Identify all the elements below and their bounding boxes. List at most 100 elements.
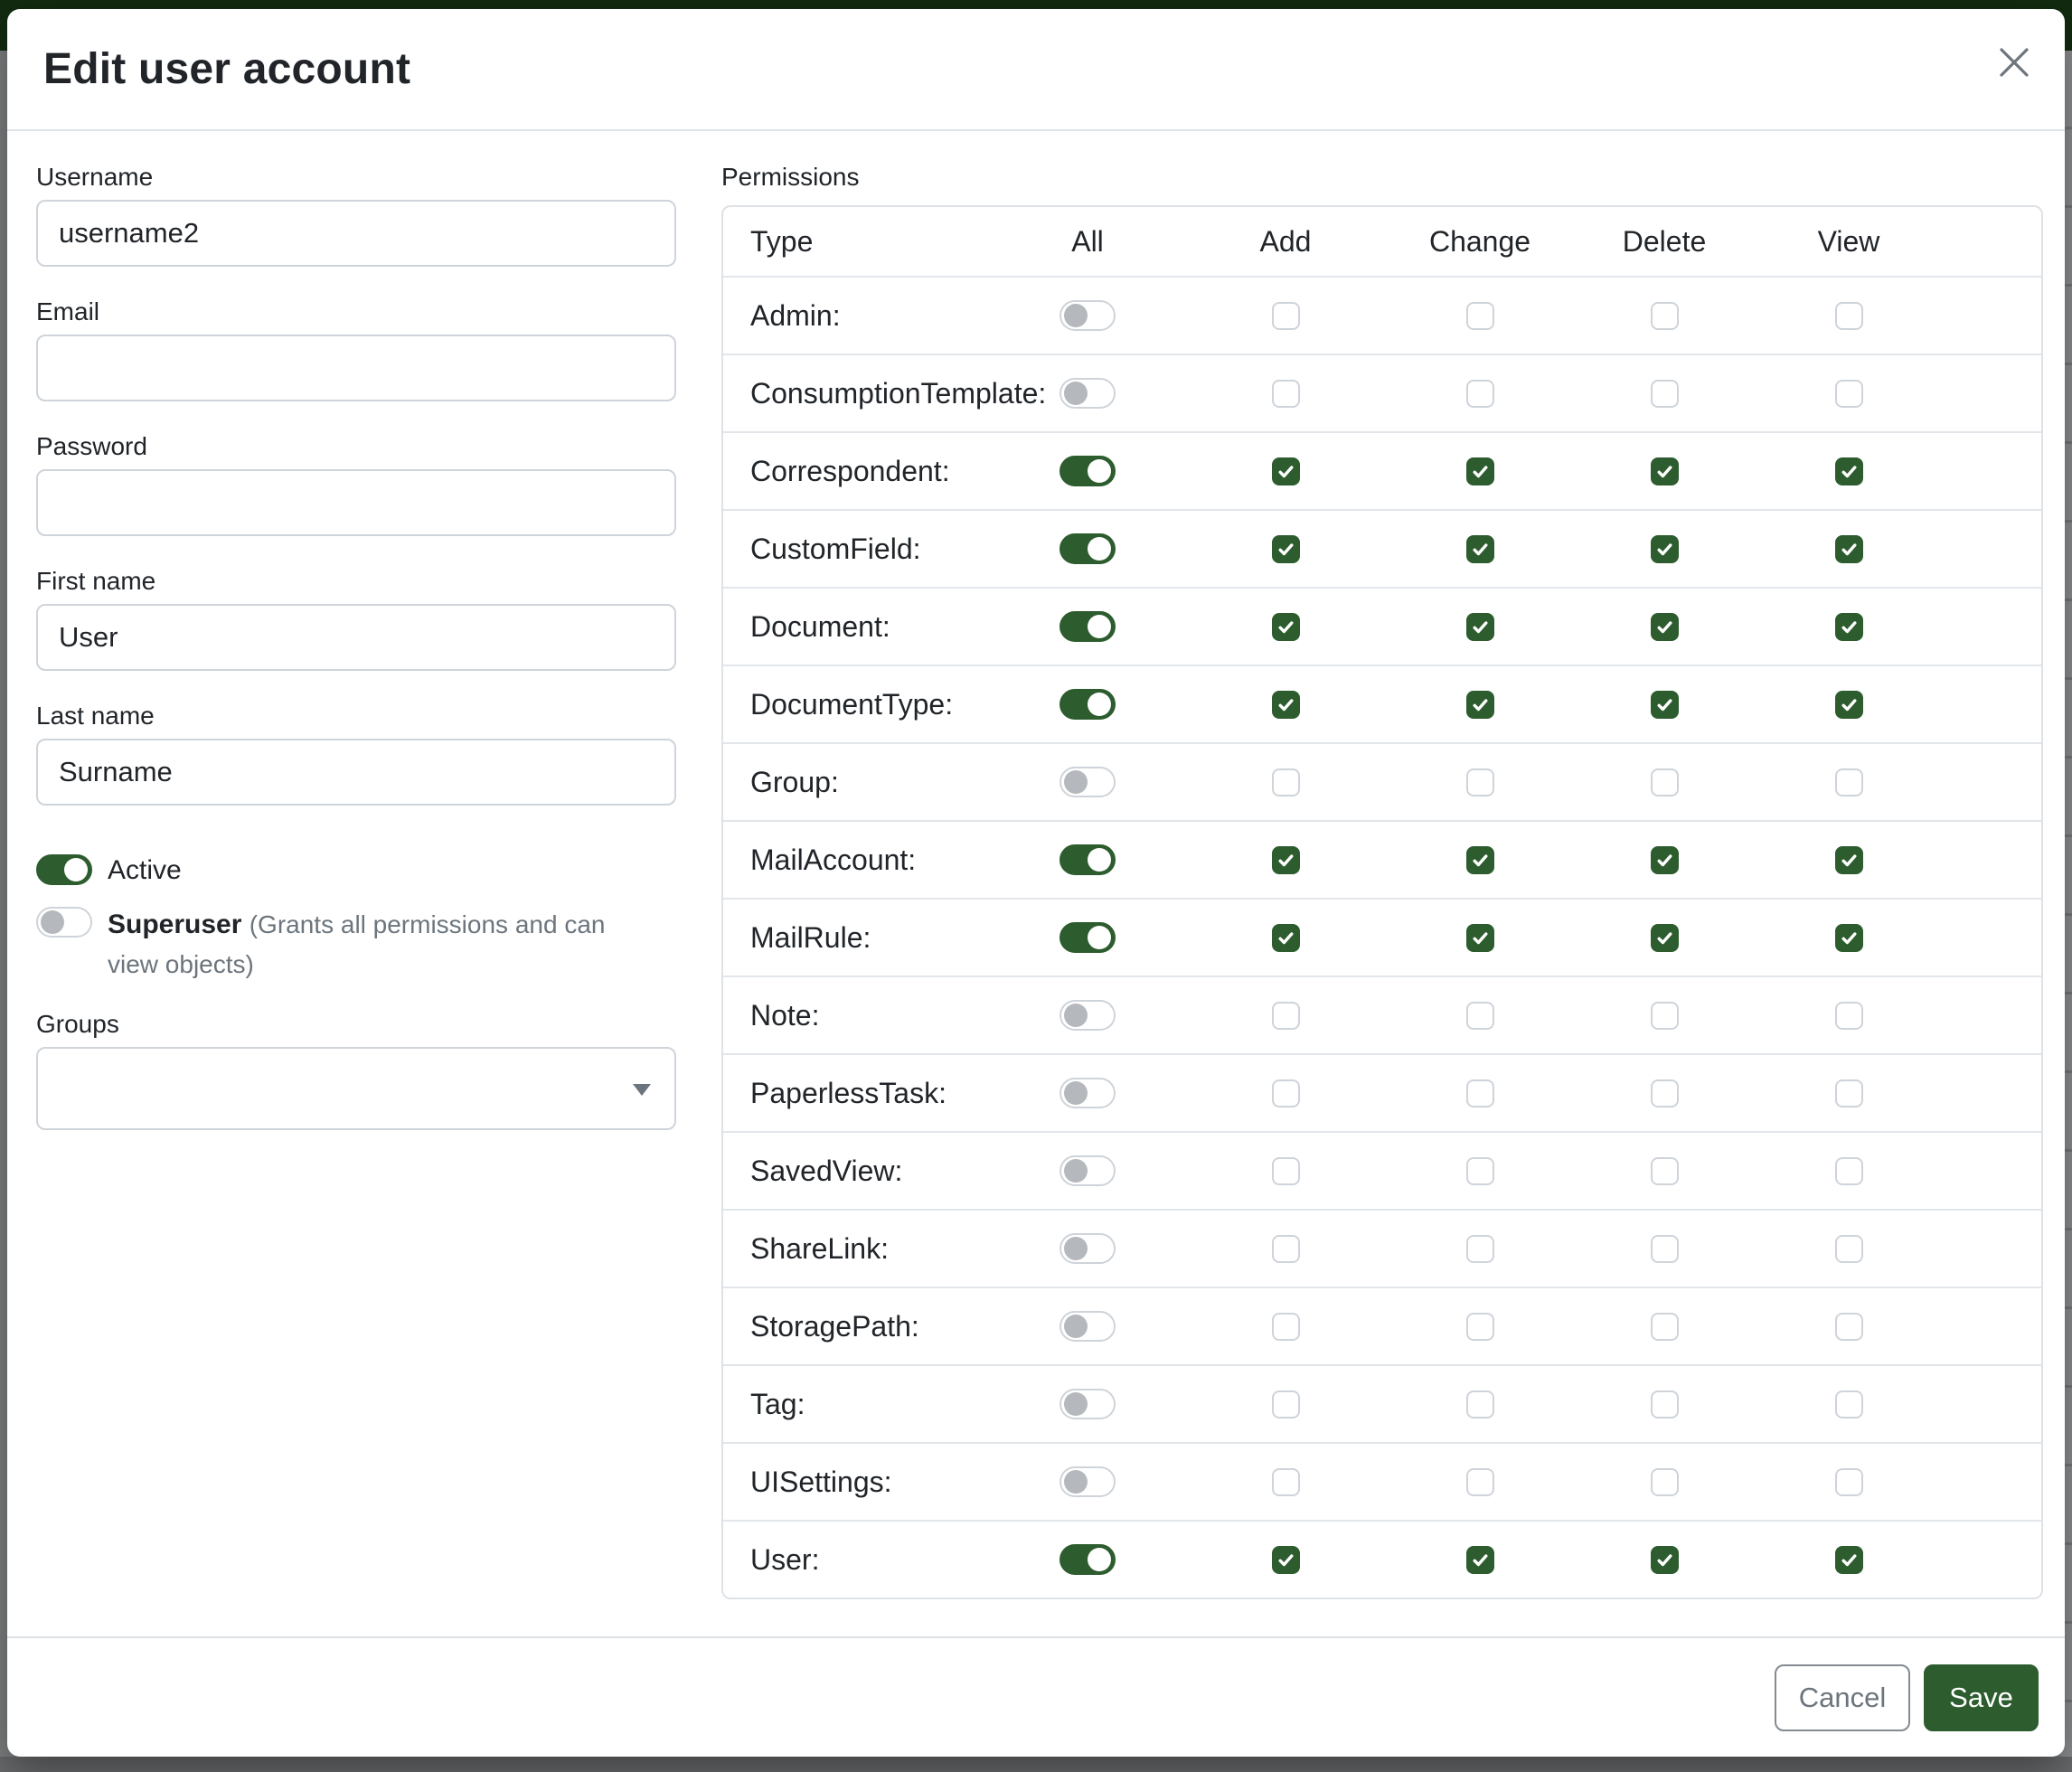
permission-add-checkbox[interactable]	[1272, 457, 1300, 485]
permission-view-checkbox[interactable]	[1835, 535, 1863, 563]
email-input[interactable]	[36, 335, 676, 401]
permission-view-checkbox[interactable]	[1835, 768, 1863, 796]
permission-view-checkbox[interactable]	[1835, 457, 1863, 485]
toggle-knob	[1088, 1548, 1111, 1571]
permission-all-toggle[interactable]	[1060, 922, 1116, 953]
permission-delete-checkbox[interactable]	[1651, 1235, 1679, 1263]
permission-add-checkbox[interactable]	[1272, 1079, 1300, 1108]
cancel-button[interactable]: Cancel	[1775, 1664, 1910, 1731]
permission-all-toggle[interactable]	[1060, 456, 1116, 486]
close-button[interactable]	[1989, 37, 2039, 88]
permission-type-label: CustomField:	[723, 533, 992, 566]
permission-change-checkbox[interactable]	[1466, 613, 1494, 641]
last-name-input[interactable]	[36, 739, 676, 806]
permission-view-checkbox[interactable]	[1835, 1390, 1863, 1419]
permission-delete-checkbox[interactable]	[1651, 1313, 1679, 1341]
active-row: Active	[36, 854, 676, 891]
permission-view-checkbox[interactable]	[1835, 380, 1863, 408]
permission-change-checkbox[interactable]	[1466, 1079, 1494, 1108]
permission-view-checkbox[interactable]	[1835, 613, 1863, 641]
permission-delete-checkbox[interactable]	[1651, 613, 1679, 641]
permission-change-checkbox[interactable]	[1466, 380, 1494, 408]
permission-change-checkbox[interactable]	[1466, 1157, 1494, 1185]
permission-all-toggle[interactable]	[1060, 1233, 1116, 1264]
permission-add-checkbox[interactable]	[1272, 1313, 1300, 1341]
permission-all-toggle[interactable]	[1060, 300, 1116, 331]
permission-view-checkbox[interactable]	[1835, 1079, 1863, 1108]
permission-all-toggle[interactable]	[1060, 533, 1116, 564]
permission-delete-checkbox[interactable]	[1651, 457, 1679, 485]
username-input[interactable]	[36, 200, 676, 267]
permission-delete-checkbox[interactable]	[1651, 1002, 1679, 1030]
permission-change-checkbox[interactable]	[1466, 1468, 1494, 1496]
permission-change-checkbox[interactable]	[1466, 846, 1494, 874]
permission-add-checkbox[interactable]	[1272, 613, 1300, 641]
permission-view-checkbox[interactable]	[1835, 846, 1863, 874]
permission-all-toggle[interactable]	[1060, 1000, 1116, 1031]
permission-delete-checkbox[interactable]	[1651, 768, 1679, 796]
permission-add-checkbox[interactable]	[1272, 535, 1300, 563]
permission-all-toggle[interactable]	[1060, 378, 1116, 409]
permission-add-checkbox[interactable]	[1272, 1468, 1300, 1496]
permission-change-checkbox[interactable]	[1466, 457, 1494, 485]
permission-add-checkbox[interactable]	[1272, 1390, 1300, 1419]
permission-change-checkbox[interactable]	[1466, 535, 1494, 563]
permission-add-checkbox[interactable]	[1272, 380, 1300, 408]
permission-delete-checkbox[interactable]	[1651, 535, 1679, 563]
permission-all-toggle[interactable]	[1060, 1466, 1116, 1497]
permission-add-checkbox[interactable]	[1272, 1546, 1300, 1574]
permission-add-checkbox[interactable]	[1272, 302, 1300, 330]
permission-change-checkbox[interactable]	[1466, 1313, 1494, 1341]
permission-delete-checkbox[interactable]	[1651, 846, 1679, 874]
permission-change-checkbox[interactable]	[1466, 1546, 1494, 1574]
permission-view-checkbox[interactable]	[1835, 1468, 1863, 1496]
permission-delete-checkbox[interactable]	[1651, 1079, 1679, 1108]
permission-change-checkbox[interactable]	[1466, 1235, 1494, 1263]
permission-add-checkbox[interactable]	[1272, 846, 1300, 874]
permission-change-checkbox[interactable]	[1466, 302, 1494, 330]
permission-all-toggle[interactable]	[1060, 1311, 1116, 1342]
permission-all-toggle[interactable]	[1060, 1389, 1116, 1419]
permission-view-checkbox[interactable]	[1835, 924, 1863, 952]
permission-all-toggle[interactable]	[1060, 1544, 1116, 1575]
permission-all-toggle[interactable]	[1060, 611, 1116, 642]
superuser-toggle[interactable]	[36, 907, 92, 938]
first-name-input[interactable]	[36, 604, 676, 671]
permission-view-checkbox[interactable]	[1835, 1157, 1863, 1185]
permission-all-toggle[interactable]	[1060, 767, 1116, 797]
permission-all-toggle[interactable]	[1060, 689, 1116, 720]
active-toggle[interactable]	[36, 854, 92, 885]
permission-view-checkbox[interactable]	[1835, 1002, 1863, 1030]
permission-all-toggle[interactable]	[1060, 844, 1116, 875]
permission-delete-checkbox[interactable]	[1651, 1546, 1679, 1574]
permission-delete-checkbox[interactable]	[1651, 380, 1679, 408]
password-input[interactable]	[36, 469, 676, 536]
permission-add-checkbox[interactable]	[1272, 1002, 1300, 1030]
permission-add-checkbox[interactable]	[1272, 1157, 1300, 1185]
permission-change-checkbox[interactable]	[1466, 1002, 1494, 1030]
permission-delete-checkbox[interactable]	[1651, 1468, 1679, 1496]
permission-delete-checkbox[interactable]	[1651, 302, 1679, 330]
permission-add-checkbox[interactable]	[1272, 768, 1300, 796]
permission-add-checkbox[interactable]	[1272, 1235, 1300, 1263]
permission-delete-checkbox[interactable]	[1651, 691, 1679, 719]
permission-change-checkbox[interactable]	[1466, 1390, 1494, 1419]
permission-change-checkbox[interactable]	[1466, 768, 1494, 796]
permission-add-checkbox[interactable]	[1272, 924, 1300, 952]
permission-change-checkbox[interactable]	[1466, 924, 1494, 952]
permission-view-checkbox[interactable]	[1835, 691, 1863, 719]
toggle-knob	[64, 858, 88, 881]
permission-delete-checkbox[interactable]	[1651, 924, 1679, 952]
groups-select[interactable]	[36, 1047, 676, 1130]
permission-delete-checkbox[interactable]	[1651, 1157, 1679, 1185]
permission-all-toggle[interactable]	[1060, 1155, 1116, 1186]
permission-change-checkbox[interactable]	[1466, 691, 1494, 719]
permission-all-toggle[interactable]	[1060, 1078, 1116, 1108]
permission-view-checkbox[interactable]	[1835, 1313, 1863, 1341]
permission-add-checkbox[interactable]	[1272, 691, 1300, 719]
permission-view-checkbox[interactable]	[1835, 1546, 1863, 1574]
save-button[interactable]: Save	[1924, 1664, 2039, 1731]
permission-delete-checkbox[interactable]	[1651, 1390, 1679, 1419]
permission-view-checkbox[interactable]	[1835, 1235, 1863, 1263]
permission-view-checkbox[interactable]	[1835, 302, 1863, 330]
